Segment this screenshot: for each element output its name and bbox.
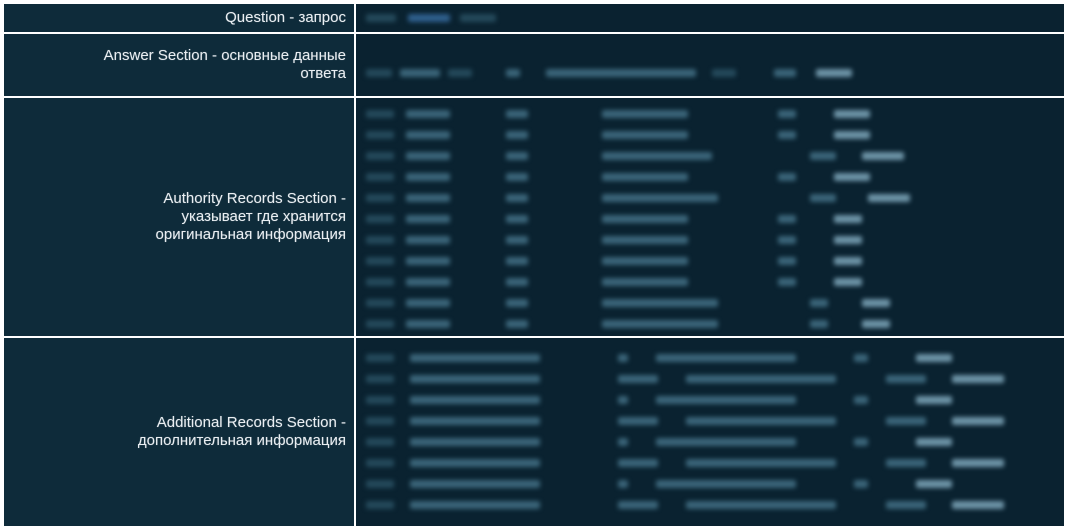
blurred-content	[356, 98, 1064, 336]
blurred-content	[356, 338, 1064, 526]
question-row: Question - запрос	[4, 4, 1064, 32]
blurred-content	[356, 4, 1064, 32]
additional-row: Additional Records Section - дополнитель…	[4, 338, 1064, 526]
additional-label: Additional Records Section - дополнитель…	[4, 338, 354, 526]
dns-response-annotated: Question - запрос Answer Section - основ…	[4, 4, 1064, 526]
authority-data-blurred	[356, 98, 1064, 336]
authority-label-line: указывает где хранится	[181, 208, 346, 225]
answer-data-blurred	[356, 34, 1064, 96]
question-label: Question - запрос	[4, 4, 354, 32]
blurred-content	[356, 34, 1064, 96]
additional-data-blurred	[356, 338, 1064, 526]
authority-label-line: Authority Records Section -	[163, 190, 346, 207]
authority-row: Authority Records Section - указывает гд…	[4, 98, 1064, 336]
answer-label: Answer Section - основные данные ответа	[4, 34, 354, 96]
answer-label-line: Answer Section - основные данные	[103, 47, 346, 64]
additional-label-line: Additional Records Section -	[156, 414, 346, 431]
question-label-line: Question - запрос	[225, 9, 346, 26]
authority-label-line: оригинальная информация	[155, 226, 346, 243]
authority-label: Authority Records Section - указывает гд…	[4, 98, 354, 336]
question-data-blurred	[356, 4, 1064, 32]
answer-label-line: ответа	[300, 65, 346, 82]
answer-row: Answer Section - основные данные ответа	[4, 34, 1064, 96]
additional-label-line: дополнительная информация	[137, 432, 346, 449]
